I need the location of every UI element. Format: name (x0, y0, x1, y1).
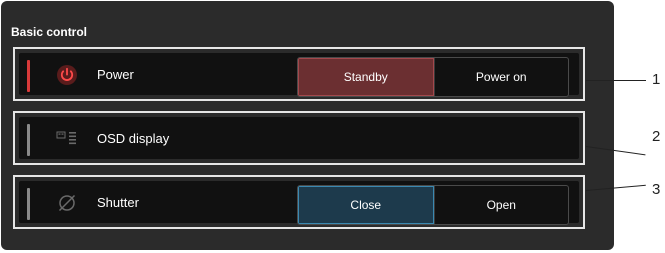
power-accent-bar (27, 60, 30, 92)
shutter-icon (55, 191, 79, 215)
osd-display-label: OSD display (97, 131, 170, 146)
close-button[interactable]: Close (298, 186, 434, 224)
osd-accent-bar (27, 124, 30, 156)
callout-number-3: 3 (652, 181, 661, 198)
power-segmented-control: Standby Power on (297, 57, 569, 97)
section-title: Basic control (11, 25, 88, 39)
osd-row-frame: OSD display (13, 111, 585, 165)
shutter-row-frame: Shutter Close Open (13, 175, 585, 229)
open-button[interactable]: Open (433, 186, 569, 224)
power-row: Power Standby Power on (19, 53, 579, 97)
callout-line-1 (586, 80, 646, 81)
power-row-frame: Power Standby Power on (13, 47, 585, 101)
callout-number-1: 1 (652, 71, 661, 88)
osd-display-row: OSD display (19, 117, 579, 159)
power-on-button[interactable]: Power on (433, 58, 569, 96)
basic-control-panel: Basic control Power Standby Power on OSD… (1, 1, 614, 250)
shutter-accent-bar (27, 188, 30, 220)
standby-button[interactable]: Standby (298, 58, 434, 96)
shutter-segmented-control: Close Open (297, 185, 569, 225)
osd-display-icon (55, 127, 79, 151)
callout-number-2: 2 (652, 128, 661, 145)
power-icon (55, 63, 79, 87)
shutter-label: Shutter (97, 195, 139, 210)
power-label: Power (97, 67, 134, 82)
shutter-row: Shutter Close Open (19, 181, 579, 225)
